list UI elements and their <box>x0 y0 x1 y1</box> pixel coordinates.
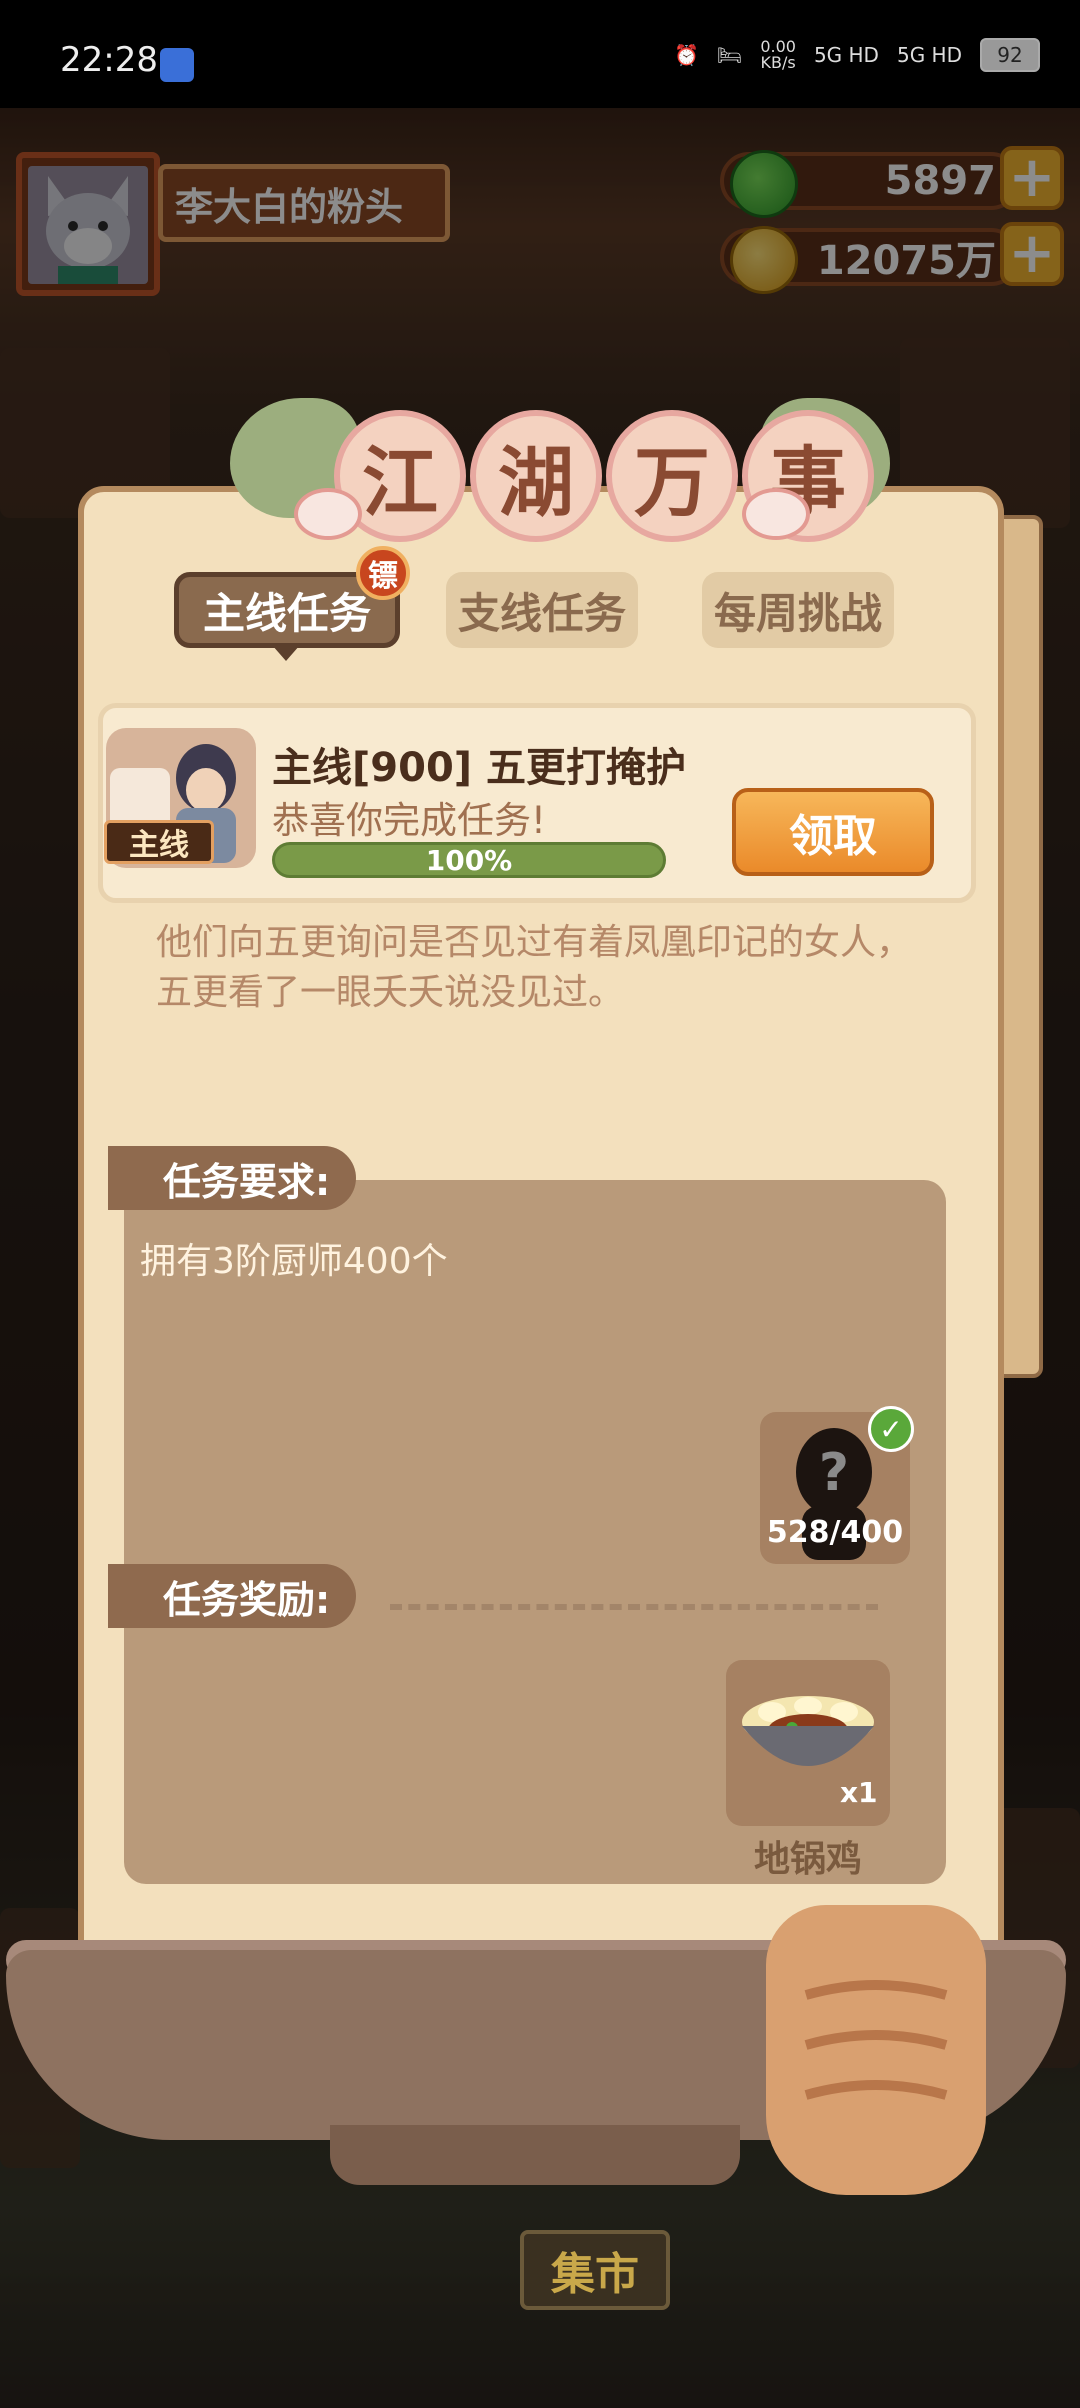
reward-name: 地锅鸡 <box>753 1839 862 1880</box>
cat-stripes <box>804 1980 948 2100</box>
status-indicators: ⏰ 🛏 0.00 KB/s 5G HD 5G HD 92 <box>674 38 1040 72</box>
signal-1: 5G HD <box>813 43 879 67</box>
fishcake-icon <box>742 488 810 540</box>
quest-status: 恭喜你完成任务! <box>272 799 546 842</box>
fishcake-icon <box>294 488 362 540</box>
title-char-3: 万 <box>606 410 738 542</box>
market-sign[interactable]: 集市 <box>520 2230 670 2310</box>
quest-title: 主线[900] 五更打掩护 <box>272 745 686 791</box>
alarm-icon: ⏰ <box>674 43 699 67</box>
app-notification-icon <box>160 48 194 82</box>
tab-badge: 镖 <box>356 546 410 600</box>
quest-type-tag: 主线 <box>104 820 214 864</box>
net-speed: 0.00 KB/s <box>760 37 796 72</box>
title-char-2: 湖 <box>470 410 602 542</box>
bed-icon: 🛏 <box>716 43 743 67</box>
reward-label: 任务奖励: <box>108 1564 357 1628</box>
signal-2: 5G HD <box>896 43 962 67</box>
battery-icon: 92 <box>980 38 1040 72</box>
tab-pointer <box>272 645 300 661</box>
quest-progress-bar: 100% <box>272 842 666 878</box>
claim-button[interactable]: 领取 <box>732 788 934 876</box>
check-icon: ✓ <box>868 1406 914 1452</box>
reward-quantity: x1 <box>840 1776 878 1809</box>
status-bar: 22:28 ⏰ 🛏 0.00 KB/s 5G HD 5G HD 92 <box>0 0 1080 108</box>
quest-story: 他们向五更询问是否见过有着凤凰印记的女人，五更看了一眼夭夭说没见过。 <box>156 922 913 1013</box>
tab-side-quest[interactable]: 支线任务 <box>446 572 638 648</box>
status-time: 22:28 <box>60 40 158 80</box>
requirement-text: 拥有3阶厨师400个 <box>140 1241 448 1282</box>
bowl-base <box>330 2125 740 2185</box>
divider <box>390 1604 878 1610</box>
requirement-label: 任务要求: <box>108 1146 357 1210</box>
tab-weekly-challenge[interactable]: 每周挑战 <box>702 572 894 648</box>
requirement-count: 528/400 <box>766 1515 904 1550</box>
svg-text:?: ? <box>819 1443 849 1503</box>
progress-text: 100% <box>425 843 513 877</box>
cat-icon <box>766 1905 986 2195</box>
